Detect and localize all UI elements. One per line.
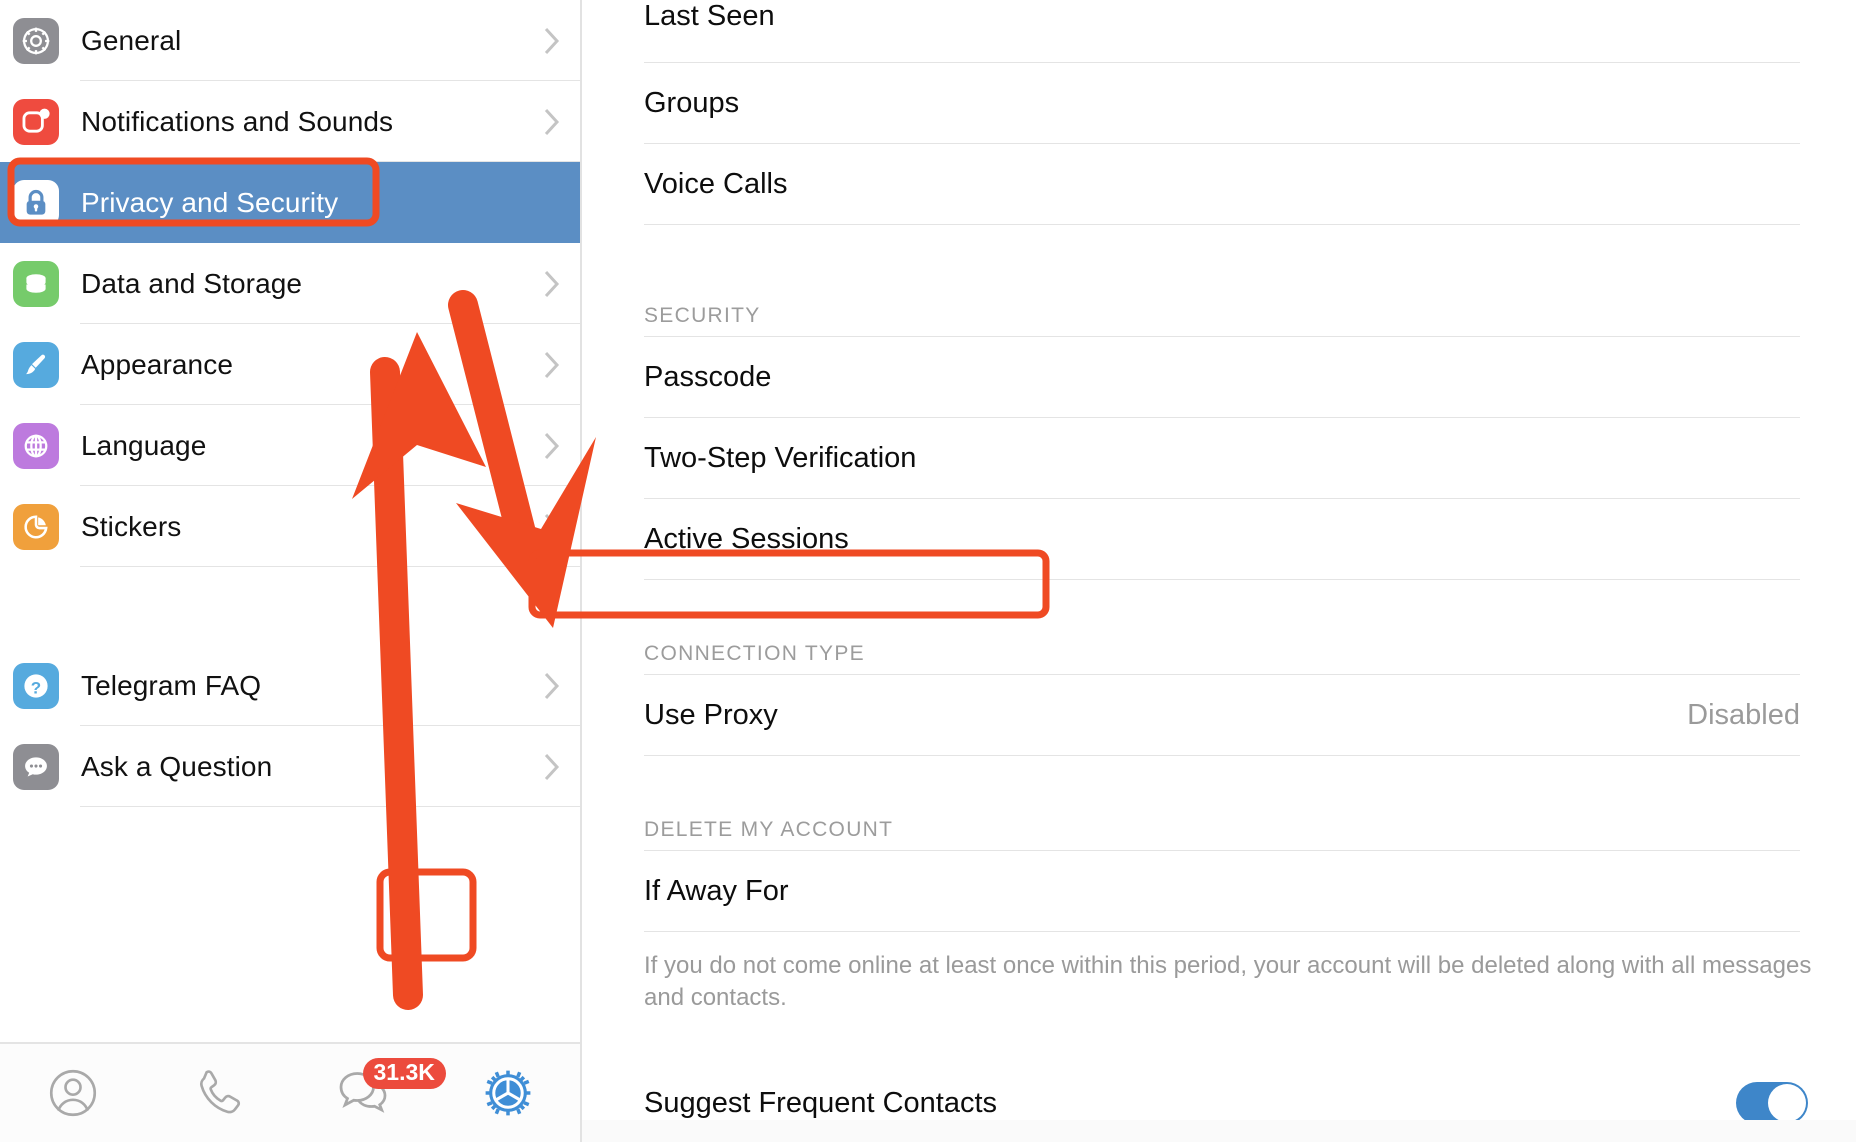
- chat-icon: [13, 743, 59, 790]
- chats-unread-badge: 31.3K: [362, 1058, 446, 1089]
- section-header-delete-my-account: DELETE MY ACCOUNT: [644, 818, 894, 841]
- row-value: Disabled: [1687, 699, 1800, 731]
- sidebar-item-stickers[interactable]: Stickers: [0, 486, 580, 567]
- section-header-connection-type: CONNECTION TYPE: [644, 642, 865, 665]
- svg-text:?: ?: [31, 678, 41, 697]
- row-use-proxy[interactable]: Use Proxy Disabled: [644, 675, 1856, 756]
- settings-gear-icon: [485, 1070, 530, 1116]
- gear-icon: [13, 17, 59, 64]
- row-divider: [644, 755, 1800, 756]
- row-voice-calls[interactable]: Voice Calls: [644, 144, 1856, 225]
- delete-account-note: If you do not come online at least once …: [644, 952, 1812, 1012]
- sidebar-item-data-and-storage[interactable]: Data and Storage: [0, 243, 580, 324]
- panel-bottom-strip: [582, 1120, 1856, 1142]
- chevron-right-icon: [544, 513, 560, 540]
- row-divider: [644, 224, 1800, 225]
- row-label: If Away For: [644, 875, 789, 907]
- sidebar-item-label: Data and Storage: [81, 267, 303, 299]
- chevron-right-icon: [544, 351, 560, 378]
- row-label: Use Proxy: [644, 699, 778, 731]
- row-divider: [80, 806, 580, 807]
- chevron-right-icon: [544, 432, 560, 459]
- settings-sidebar: General Notifications and Sounds Privacy…: [0, 0, 582, 1142]
- sidebar-item-label: Stickers: [81, 510, 182, 542]
- row-label: Active Sessions: [644, 523, 849, 555]
- row-active-sessions[interactable]: Active Sessions: [644, 499, 1856, 580]
- row-label: Two-Step Verification: [644, 442, 917, 474]
- row-label: Passcode: [644, 361, 772, 393]
- sticker-icon: [13, 503, 59, 550]
- contacts-tab[interactable]: [0, 1044, 145, 1142]
- calls-tab[interactable]: [145, 1044, 290, 1142]
- row-last-seen[interactable]: Last Seen: [644, 0, 1856, 63]
- chevron-right-icon: [544, 270, 560, 297]
- chats-tab[interactable]: 31.3K: [290, 1044, 446, 1142]
- sidebar-item-appearance[interactable]: Appearance: [0, 324, 580, 405]
- row-label: Last Seen: [644, 0, 775, 32]
- row-if-away-for[interactable]: If Away For: [644, 851, 1856, 932]
- app-root: General Notifications and Sounds Privacy…: [0, 0, 1856, 1142]
- row-divider: [644, 931, 1800, 932]
- chevron-right-icon: [544, 27, 560, 54]
- row-label: Groups: [644, 87, 740, 119]
- row-label: Suggest Frequent Contacts: [644, 1086, 998, 1119]
- lock-icon: [13, 179, 59, 226]
- phone-icon: [199, 1070, 240, 1114]
- sidebar-item-ask-a-question[interactable]: Ask a Question: [0, 726, 580, 807]
- sidebar-item-label: Language: [81, 429, 207, 461]
- notification-icon: [13, 98, 59, 145]
- sidebar-item-general[interactable]: General: [0, 0, 580, 81]
- person-icon: [49, 1069, 96, 1117]
- section-header-security: SECURITY: [644, 304, 761, 327]
- bottom-tab-bar: 31.3K: [0, 1042, 580, 1142]
- sidebar-item-privacy-and-security[interactable]: Privacy and Security: [0, 162, 580, 243]
- question-icon: ?: [13, 662, 59, 709]
- sidebar-item-label: General: [81, 24, 182, 56]
- privacy-and-security-panel: Last Seen Groups Voice Calls SECURITY Pa…: [582, 0, 1856, 1142]
- sidebar-item-label: Privacy and Security: [81, 186, 339, 218]
- row-passcode[interactable]: Passcode: [644, 337, 1856, 418]
- row-two-step-verification[interactable]: Two-Step Verification: [644, 418, 1856, 499]
- sidebar-item-label: Telegram FAQ: [81, 669, 262, 701]
- sidebar-item-label: Notifications and Sounds: [81, 105, 394, 137]
- brush-icon: [13, 341, 59, 388]
- settings-tab[interactable]: [435, 1044, 580, 1142]
- toggle-knob: [1768, 1084, 1806, 1123]
- sidebar-group-gap: [0, 567, 580, 645]
- sidebar-item-notifications-and-sounds[interactable]: Notifications and Sounds: [0, 81, 580, 162]
- row-label: Voice Calls: [644, 168, 788, 200]
- sidebar-item-language[interactable]: Language: [0, 405, 580, 486]
- row-divider: [80, 566, 580, 567]
- sidebar-main-list: General Notifications and Sounds Privacy…: [0, 0, 580, 807]
- suggest-frequent-contacts-toggle[interactable]: [1736, 1082, 1808, 1125]
- sidebar-item-label: Ask a Question: [81, 750, 273, 782]
- row-groups[interactable]: Groups: [644, 63, 1856, 144]
- chevron-right-icon: [544, 108, 560, 135]
- row-divider: [644, 579, 1800, 580]
- sidebar-item-telegram-faq[interactable]: ? Telegram FAQ: [0, 645, 580, 726]
- globe-icon: [13, 422, 59, 469]
- sidebar-item-label: Appearance: [81, 348, 234, 380]
- chevron-right-icon: [544, 753, 560, 780]
- database-icon: [13, 260, 59, 307]
- chevron-right-icon: [544, 672, 560, 699]
